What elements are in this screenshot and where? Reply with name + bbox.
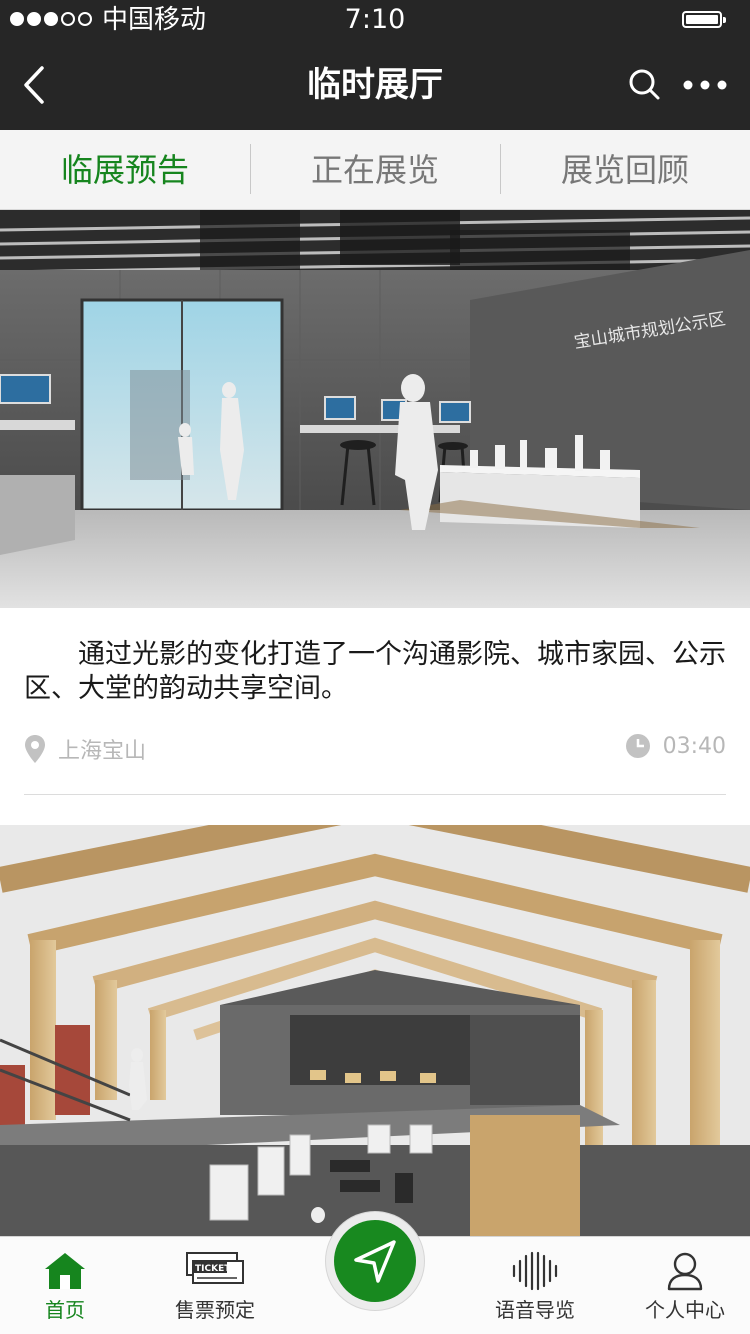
exhibition-description: 通过光影的变化打造了一个沟通影院、城市家园、公示区、大堂的韵动共享空间。 <box>24 639 726 704</box>
exhibition-image[interactable] <box>0 825 750 1236</box>
tabbar-ticket-label: 售票预定 <box>175 1298 255 1322</box>
tab-current[interactable]: 正在展览 <box>250 130 500 209</box>
search-icon <box>629 69 660 100</box>
more-button[interactable] <box>680 66 730 104</box>
audio-wave-icon <box>512 1251 558 1291</box>
user-icon <box>667 1252 703 1291</box>
tabbar-audio-guide[interactable]: 语音导览 <box>470 1237 600 1334</box>
tabbar-profile-label: 个人中心 <box>645 1298 725 1322</box>
ticket-icon: TICKET <box>186 1252 244 1284</box>
exhibition-tabs: 临展预告 正在展览 展览回顾 <box>0 130 750 210</box>
home-icon <box>45 1253 85 1289</box>
location-text: 上海宝山 <box>58 739 147 764</box>
card-divider <box>24 794 726 795</box>
ticket-text: TICKET <box>195 1264 231 1274</box>
tabbar-home-label: 首页 <box>45 1298 85 1322</box>
location-pin-icon <box>25 735 45 763</box>
tab-upcoming[interactable]: 临展预告 <box>0 130 250 209</box>
status-bar: 中国移动 7:10 <box>0 0 750 40</box>
tab-review[interactable]: 展览回顾 <box>500 130 750 209</box>
exhibition-duration: 03:40 <box>625 733 726 759</box>
duration-text: 03:40 <box>662 733 726 759</box>
exhibition-image[interactable]: 宝山城市规划公示区 <box>0 210 750 608</box>
exhibition-list[interactable]: 宝山城市规划公示区 通过光影的变化打造了一个沟通影院、城市家园、公示区、大堂的韵… <box>0 210 750 1236</box>
navigation-button[interactable] <box>326 1212 424 1310</box>
search-button[interactable] <box>626 66 664 104</box>
clock-icon <box>625 734 650 758</box>
exhibition-location: 上海宝山 <box>24 733 146 765</box>
more-dots-icon <box>683 80 727 90</box>
battery-icon <box>682 11 726 28</box>
tabbar-ticket[interactable]: TICKET 售票预定 <box>150 1237 280 1334</box>
nav-bar: 临时展厅 <box>0 40 750 130</box>
navigation-arrow-icon <box>354 1240 396 1283</box>
status-time: 7:10 <box>344 4 406 35</box>
tabbar-audio-guide-label: 语音导览 <box>495 1298 575 1322</box>
tabbar-profile[interactable]: 个人中心 <box>620 1237 750 1334</box>
tabbar-home[interactable]: 首页 <box>0 1237 130 1334</box>
